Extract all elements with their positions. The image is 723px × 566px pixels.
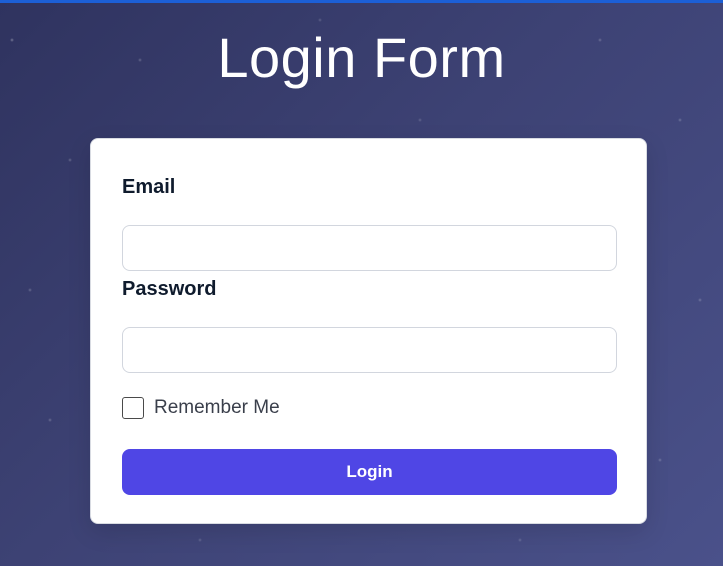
- login-button[interactable]: Login: [122, 449, 617, 495]
- page-title: Login Form: [217, 26, 506, 89]
- remember-me-checkbox[interactable]: [122, 397, 144, 419]
- email-label: Email: [122, 176, 176, 198]
- password-label: Password: [122, 278, 217, 300]
- top-accent-line: [0, 0, 723, 3]
- remember-me-label: Remember Me: [154, 397, 280, 418]
- password-input[interactable]: [122, 327, 617, 373]
- remember-me-control[interactable]: Remember Me: [122, 397, 280, 419]
- email-input[interactable]: [122, 225, 617, 271]
- login-card: Email Password Remember Me Login: [90, 138, 647, 524]
